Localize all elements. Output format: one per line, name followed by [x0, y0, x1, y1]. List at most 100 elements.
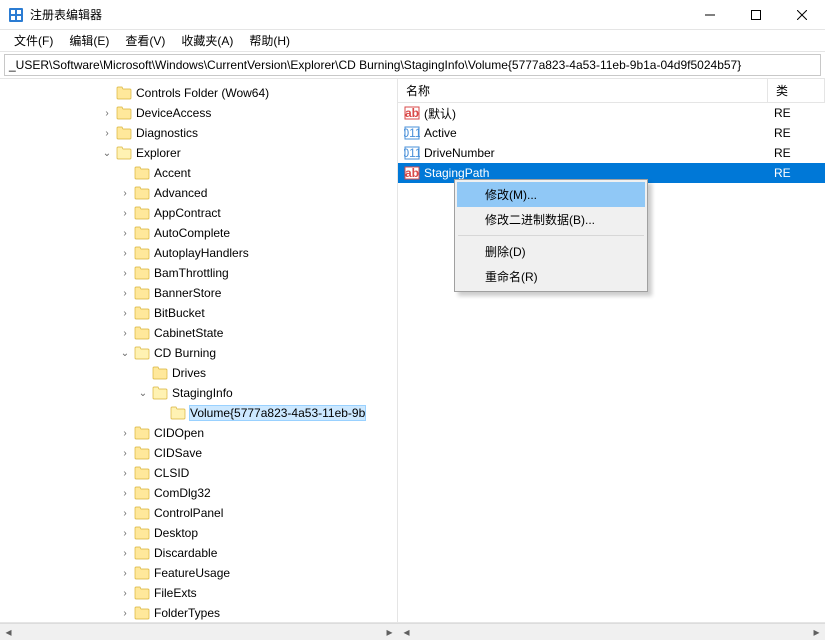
- tree-item[interactable]: ›DeviceAccess: [0, 103, 397, 123]
- tree-item[interactable]: ›FolderTypes: [0, 603, 397, 622]
- chevron-right-icon[interactable]: ›: [100, 126, 114, 140]
- scroll-right-icon[interactable]: ▸: [808, 624, 825, 641]
- tree-item[interactable]: ›ControlPanel: [0, 503, 397, 523]
- tree-hscroll[interactable]: ◂ ▸: [0, 623, 398, 640]
- tree-item[interactable]: ›CIDOpen: [0, 423, 397, 443]
- scroll-left-icon[interactable]: ◂: [398, 624, 415, 641]
- tree-item-label: BitBucket: [154, 306, 205, 320]
- tree-item[interactable]: Drives: [0, 363, 397, 383]
- svg-text:011: 011: [404, 126, 420, 140]
- menu-favorites[interactable]: 收藏夹(A): [173, 30, 241, 51]
- address-bar[interactable]: _USER\Software\Microsoft\Windows\Current…: [4, 54, 821, 76]
- tree-item[interactable]: › CabinetState: [0, 323, 397, 343]
- menu-view[interactable]: 查看(V): [117, 30, 173, 51]
- chevron-down-icon[interactable]: ⌄: [100, 146, 114, 160]
- context-menu: 修改(M)... 修改二进制数据(B)... 删除(D) 重命名(R): [454, 179, 648, 292]
- chevron-right-icon[interactable]: ›: [118, 266, 132, 280]
- scroll-right-icon[interactable]: ▸: [381, 624, 398, 641]
- maximize-button[interactable]: [733, 0, 779, 30]
- chevron-right-icon[interactable]: ›: [118, 586, 132, 600]
- context-modify[interactable]: 修改(M)...: [457, 182, 645, 207]
- tree-pane[interactable]: Controls Folder (Wow64)›DeviceAccess›Dia…: [0, 79, 398, 622]
- tree-item[interactable]: ›Advanced: [0, 183, 397, 203]
- value-type: RE: [774, 166, 791, 180]
- chevron-right-icon[interactable]: ›: [118, 466, 132, 480]
- chevron-down-icon[interactable]: ⌄: [118, 346, 132, 360]
- tree-item[interactable]: › AppContract: [0, 203, 397, 223]
- chevron-right-icon[interactable]: ›: [118, 226, 132, 240]
- tree-item[interactable]: ›Diagnostics: [0, 123, 397, 143]
- value-type: RE: [774, 106, 791, 120]
- chevron-right-icon[interactable]: ›: [118, 506, 132, 520]
- tree-item[interactable]: ›AutoComplete: [0, 223, 397, 243]
- folder-icon: [116, 86, 132, 100]
- minimize-button[interactable]: [687, 0, 733, 30]
- folder-icon: [134, 426, 150, 440]
- chevron-right-icon[interactable]: ›: [118, 426, 132, 440]
- chevron-right-icon[interactable]: ›: [118, 286, 132, 300]
- chevron-right-icon[interactable]: ›: [118, 606, 132, 620]
- svg-text:011: 011: [404, 146, 420, 160]
- tree-item-label: BamThrottling: [154, 266, 229, 280]
- column-type[interactable]: 类: [768, 79, 825, 102]
- tree-item[interactable]: ›AutoplayHandlers: [0, 243, 397, 263]
- list-row[interactable]: 011DriveNumberRE: [398, 143, 825, 163]
- chevron-right-icon[interactable]: ›: [118, 486, 132, 500]
- value-name: (默认): [424, 105, 774, 122]
- close-button[interactable]: [779, 0, 825, 30]
- tree-item-label: Discardable: [154, 546, 217, 560]
- tree-item[interactable]: Controls Folder (Wow64): [0, 83, 397, 103]
- tree-item-label: AppContract: [154, 206, 221, 220]
- chevron-right-icon[interactable]: ›: [118, 526, 132, 540]
- tree-item[interactable]: Volume{5777a823-4a53-11eb-9b: [0, 403, 397, 423]
- tree-item[interactable]: › BamThrottling: [0, 263, 397, 283]
- column-name[interactable]: 名称: [398, 79, 768, 102]
- tree-item[interactable]: ›ComDlg32: [0, 483, 397, 503]
- content-area: Controls Folder (Wow64)›DeviceAccess›Dia…: [0, 78, 825, 622]
- tree-item-label: CD Burning: [154, 346, 216, 360]
- list-hscroll[interactable]: ◂ ▸: [398, 623, 825, 640]
- expander-empty: [154, 406, 168, 420]
- context-modify-binary[interactable]: 修改二进制数据(B)...: [457, 207, 645, 232]
- value-name: Active: [424, 126, 774, 140]
- tree-item[interactable]: ›CIDSave: [0, 443, 397, 463]
- chevron-right-icon[interactable]: ›: [118, 326, 132, 340]
- chevron-right-icon[interactable]: ›: [118, 206, 132, 220]
- menu-edit[interactable]: 编辑(E): [61, 30, 117, 51]
- tree-item-label: Explorer: [136, 146, 181, 160]
- scroll-left-icon[interactable]: ◂: [0, 624, 17, 641]
- tree-item[interactable]: ⌄ CD Burning: [0, 343, 397, 363]
- tree-item-label: CabinetState: [154, 326, 223, 340]
- chevron-right-icon[interactable]: ›: [118, 246, 132, 260]
- tree-item[interactable]: ›BannerStore: [0, 283, 397, 303]
- chevron-right-icon[interactable]: ›: [118, 186, 132, 200]
- chevron-right-icon[interactable]: ›: [118, 446, 132, 460]
- tree-item[interactable]: ›FileExts: [0, 583, 397, 603]
- binary-value-icon: 011: [404, 125, 420, 141]
- chevron-right-icon[interactable]: ›: [118, 566, 132, 580]
- tree-item[interactable]: ›CLSID: [0, 463, 397, 483]
- value-name: DriveNumber: [424, 146, 774, 160]
- context-delete[interactable]: 删除(D): [457, 239, 645, 264]
- chevron-down-icon[interactable]: ⌄: [136, 386, 150, 400]
- tree-item[interactable]: › Discardable: [0, 543, 397, 563]
- tree-item[interactable]: › BitBucket: [0, 303, 397, 323]
- chevron-right-icon[interactable]: ›: [118, 546, 132, 560]
- folder-icon: [134, 326, 150, 340]
- tree-item[interactable]: ›Desktop: [0, 523, 397, 543]
- list-row[interactable]: ab(默认)RE: [398, 103, 825, 123]
- context-rename[interactable]: 重命名(R): [457, 264, 645, 289]
- tree-item[interactable]: ⌄StagingInfo: [0, 383, 397, 403]
- app-icon: [8, 7, 24, 23]
- menu-help[interactable]: 帮助(H): [241, 30, 298, 51]
- chevron-right-icon[interactable]: ›: [118, 306, 132, 320]
- tree-item[interactable]: Accent: [0, 163, 397, 183]
- tree-item-label: Drives: [172, 366, 206, 380]
- tree-item[interactable]: ›FeatureUsage: [0, 563, 397, 583]
- chevron-right-icon[interactable]: ›: [100, 106, 114, 120]
- folder-icon: [134, 226, 150, 240]
- menu-file[interactable]: 文件(F): [6, 30, 61, 51]
- tree-item[interactable]: ⌄ Explorer: [0, 143, 397, 163]
- folder-icon: [134, 526, 150, 540]
- list-row[interactable]: 011ActiveRE: [398, 123, 825, 143]
